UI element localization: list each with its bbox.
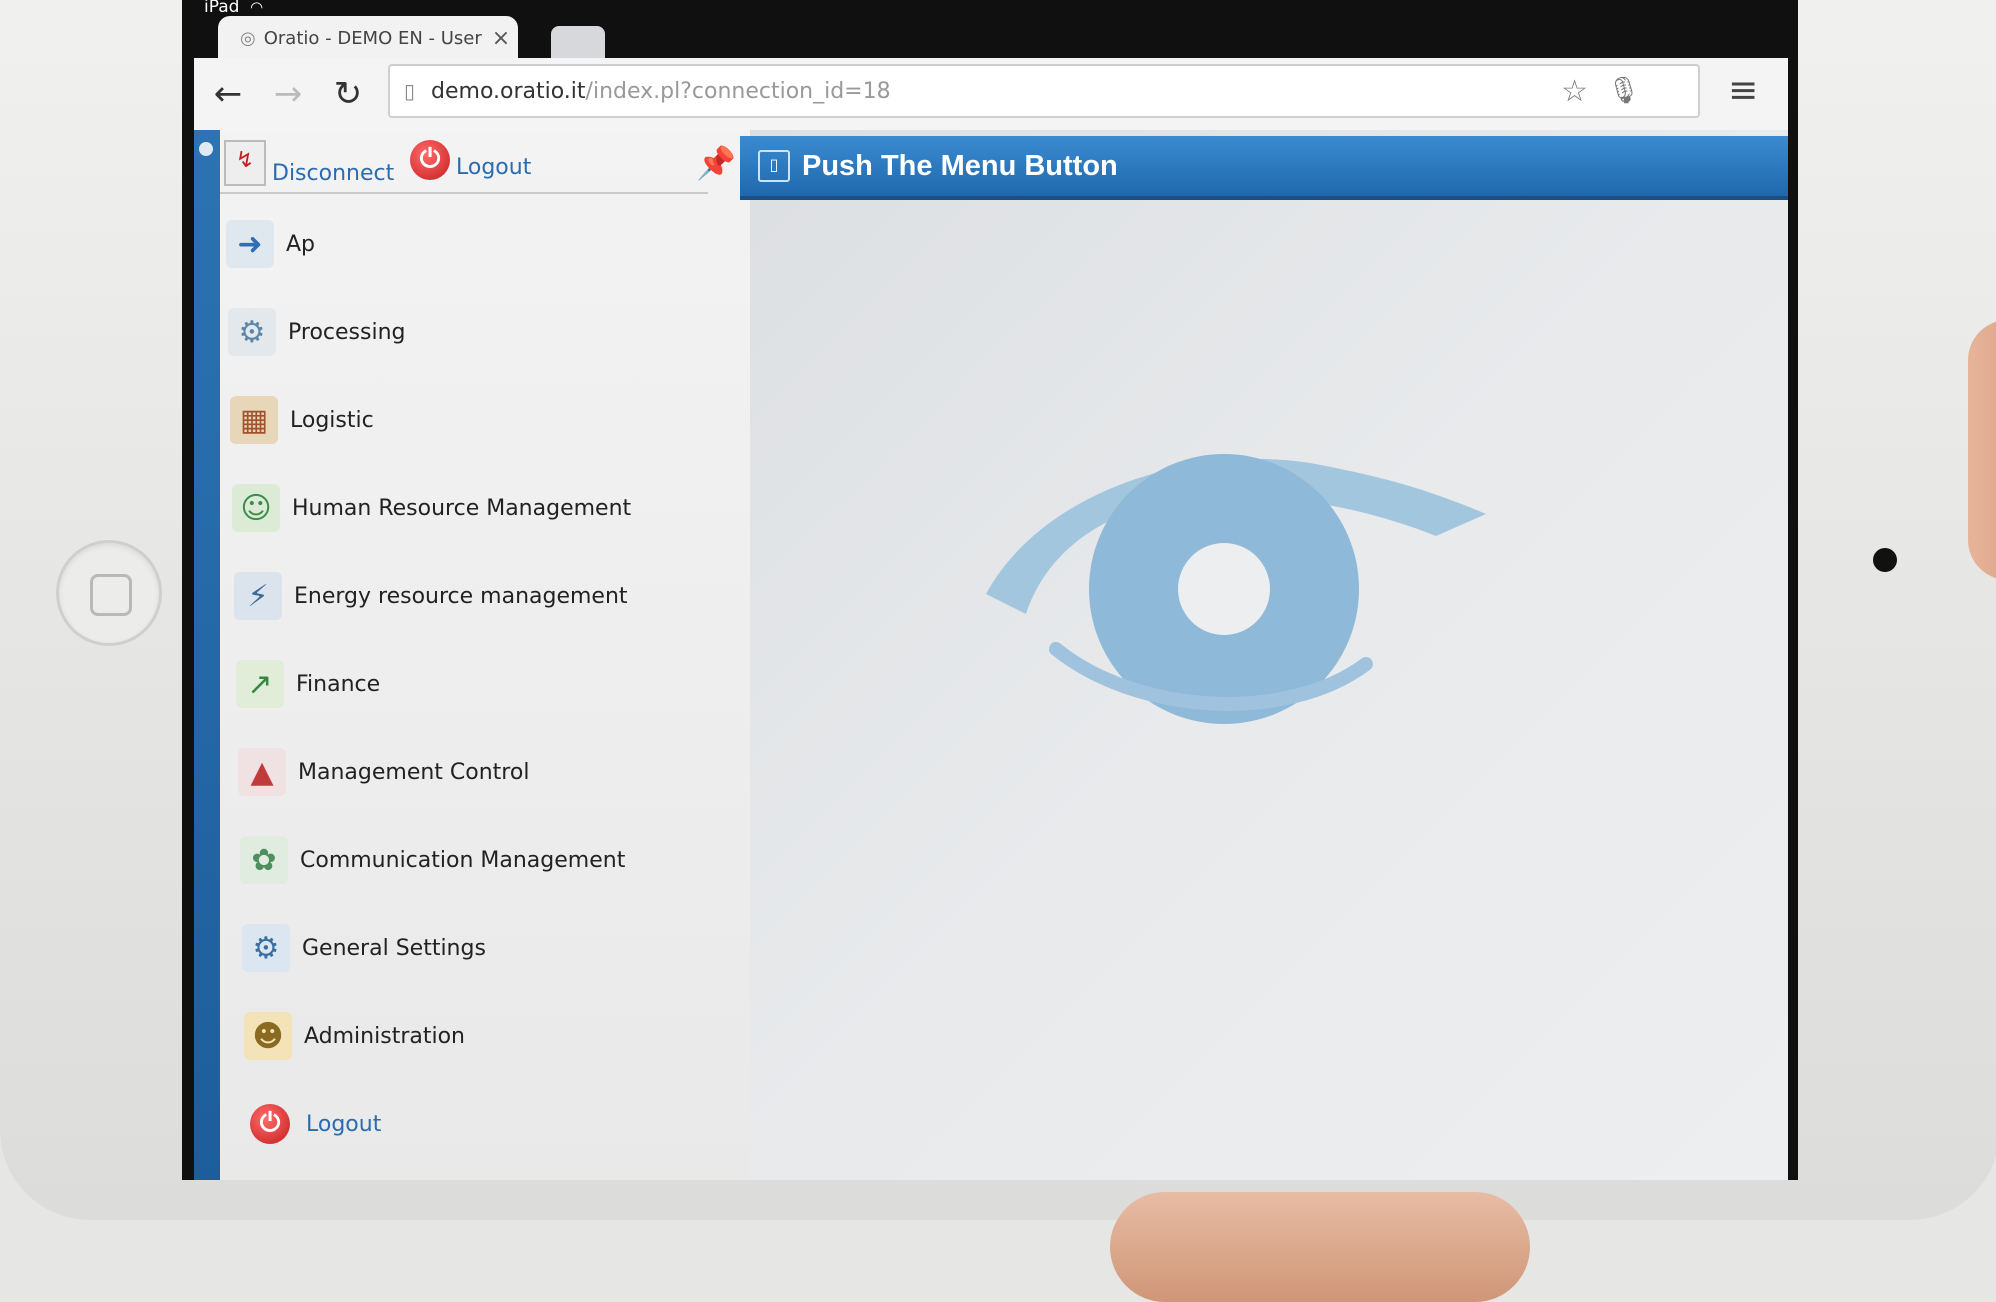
sidebar-item-label: General Settings xyxy=(302,935,486,961)
sidebar-item-label: Communication Management xyxy=(300,847,626,873)
power-icon: ⏻ xyxy=(410,140,450,180)
main-header: ▯ Push The Menu Button xyxy=(740,136,1788,200)
home-square-icon xyxy=(90,574,132,616)
power-icon: ⏻ xyxy=(246,1100,294,1148)
forward-arrow-icon[interactable]: → xyxy=(266,72,310,116)
microphone-icon[interactable]: 🎙 xyxy=(1607,76,1640,106)
globe-icon: ◎ xyxy=(240,27,256,49)
page-icon: ▯ xyxy=(404,79,416,103)
sidebar-item-label: Management Control xyxy=(298,759,530,785)
tab-strip: ◎ Oratio - DEMO EN - User × xyxy=(196,16,1776,60)
carrier-label: iPad xyxy=(204,0,240,17)
sidebar-item-logistic[interactable]: ▦ Logistic xyxy=(220,376,750,464)
finance-icon: ↗ xyxy=(236,660,284,708)
sidebar-item-label: Energy resource management xyxy=(294,583,628,609)
tab-title: Oratio - DEMO EN - User xyxy=(263,27,482,49)
home-button[interactable] xyxy=(56,540,162,646)
address-bar[interactable]: ▯ demo.oratio.it/index.pl?connection_id=… xyxy=(388,64,1700,118)
sidebar-menu: ↯ Disconnect ⏻ Logout 📌 ➜ Ap ⚙ Processin… xyxy=(220,130,753,1180)
sidebar-item-general-settings[interactable]: ⚙ General Settings xyxy=(220,904,750,992)
logout-link-top[interactable]: ⏻ Logout xyxy=(410,140,531,180)
thumb xyxy=(1110,1192,1530,1302)
sidebar-item-hr[interactable]: ☺ Human Resource Management xyxy=(220,464,750,552)
sidebar-item-processing[interactable]: ⚙ Processing xyxy=(220,288,750,376)
camera xyxy=(1873,548,1897,572)
sidebar-item-energy[interactable]: ⚡ Energy resource management xyxy=(220,552,750,640)
sidebar-item-label: Finance xyxy=(296,671,381,697)
reload-icon[interactable]: ↻ xyxy=(326,72,370,116)
hamburger-menu-icon[interactable]: ≡ xyxy=(1728,70,1758,111)
menu-list: ➜ Ap ⚙ Processing ▦ Logistic ☺ Human Res… xyxy=(220,200,750,1168)
gears-icon: ⚙ xyxy=(228,308,276,356)
disconnect-icon: ↯ xyxy=(224,140,266,186)
web-page: ↯ Disconnect ⏻ Logout 📌 ➜ Ap ⚙ Processin… xyxy=(194,130,1788,1180)
sidebar-item-management-control[interactable]: ▲ Management Control xyxy=(220,728,750,816)
sidebar-item-administration[interactable]: ☻ Administration xyxy=(220,992,750,1080)
rail-handle-icon[interactable] xyxy=(199,142,213,156)
sidebar-item-label: Logistic xyxy=(290,407,374,433)
url-path: /index.pl?connection_id=18 xyxy=(585,78,891,104)
disconnect-label: Disconnect xyxy=(272,161,395,186)
group-icon: ✿ xyxy=(240,836,288,884)
truck-icon: ▦ xyxy=(230,396,278,444)
sidebar-item-ap[interactable]: ➜ Ap xyxy=(220,200,750,288)
main-panel: ▯ Push The Menu Button xyxy=(740,130,1788,1180)
page-title: Push The Menu Button xyxy=(802,149,1118,182)
sidebar-item-communication[interactable]: ✿ Communication Management xyxy=(220,816,750,904)
browser-tab[interactable]: ◎ Oratio - DEMO EN - User × xyxy=(218,16,518,60)
sidebar-item-label: Processing xyxy=(288,319,406,345)
settings-icon: ⚙ xyxy=(242,924,290,972)
sidebar-item-finance[interactable]: ↗ Finance xyxy=(220,640,750,728)
finger xyxy=(1968,320,1996,580)
url-host: demo.oratio.it xyxy=(431,78,586,104)
eye-logo-icon xyxy=(986,454,1486,724)
panel-icon: ▯ xyxy=(758,150,790,182)
close-tab-icon[interactable]: × xyxy=(492,26,510,51)
screen: iPad ◠ ◎ Oratio - DEMO EN - User × ← → ↻… xyxy=(182,0,1798,1180)
sidebar-item-label: Administration xyxy=(304,1023,465,1049)
sidebar-header: ↯ Disconnect ⏻ Logout 📌 xyxy=(220,130,736,194)
wifi-icon: ◠ xyxy=(250,0,264,16)
admin-icon: ☻ xyxy=(244,1012,292,1060)
sidebar-item-logout[interactable]: ⏻ Logout xyxy=(220,1080,750,1168)
sidebar-item-label: Logout xyxy=(306,1111,382,1137)
sidebar-item-label: Ap xyxy=(286,231,316,257)
energy-icon: ⚡ xyxy=(234,572,282,620)
disconnect-link[interactable]: ↯ Disconnect xyxy=(224,140,394,186)
people-icon: ☺ xyxy=(232,484,280,532)
user-arrow-icon: ➜ xyxy=(226,220,274,268)
sidebar-item-label: Human Resource Management xyxy=(292,495,632,521)
browser-toolbar: ← → ↻ ▯ demo.oratio.it/index.pl?connecti… xyxy=(194,58,1788,132)
chart-icon: ▲ xyxy=(238,748,286,796)
bookmark-star-icon[interactable]: ☆ xyxy=(1561,74,1588,109)
new-tab-button[interactable] xyxy=(551,26,605,58)
pin-icon[interactable]: 📌 xyxy=(696,144,736,182)
back-arrow-icon[interactable]: ← xyxy=(206,72,250,116)
sidebar-rail xyxy=(194,130,220,1180)
logout-label: Logout xyxy=(456,155,532,180)
